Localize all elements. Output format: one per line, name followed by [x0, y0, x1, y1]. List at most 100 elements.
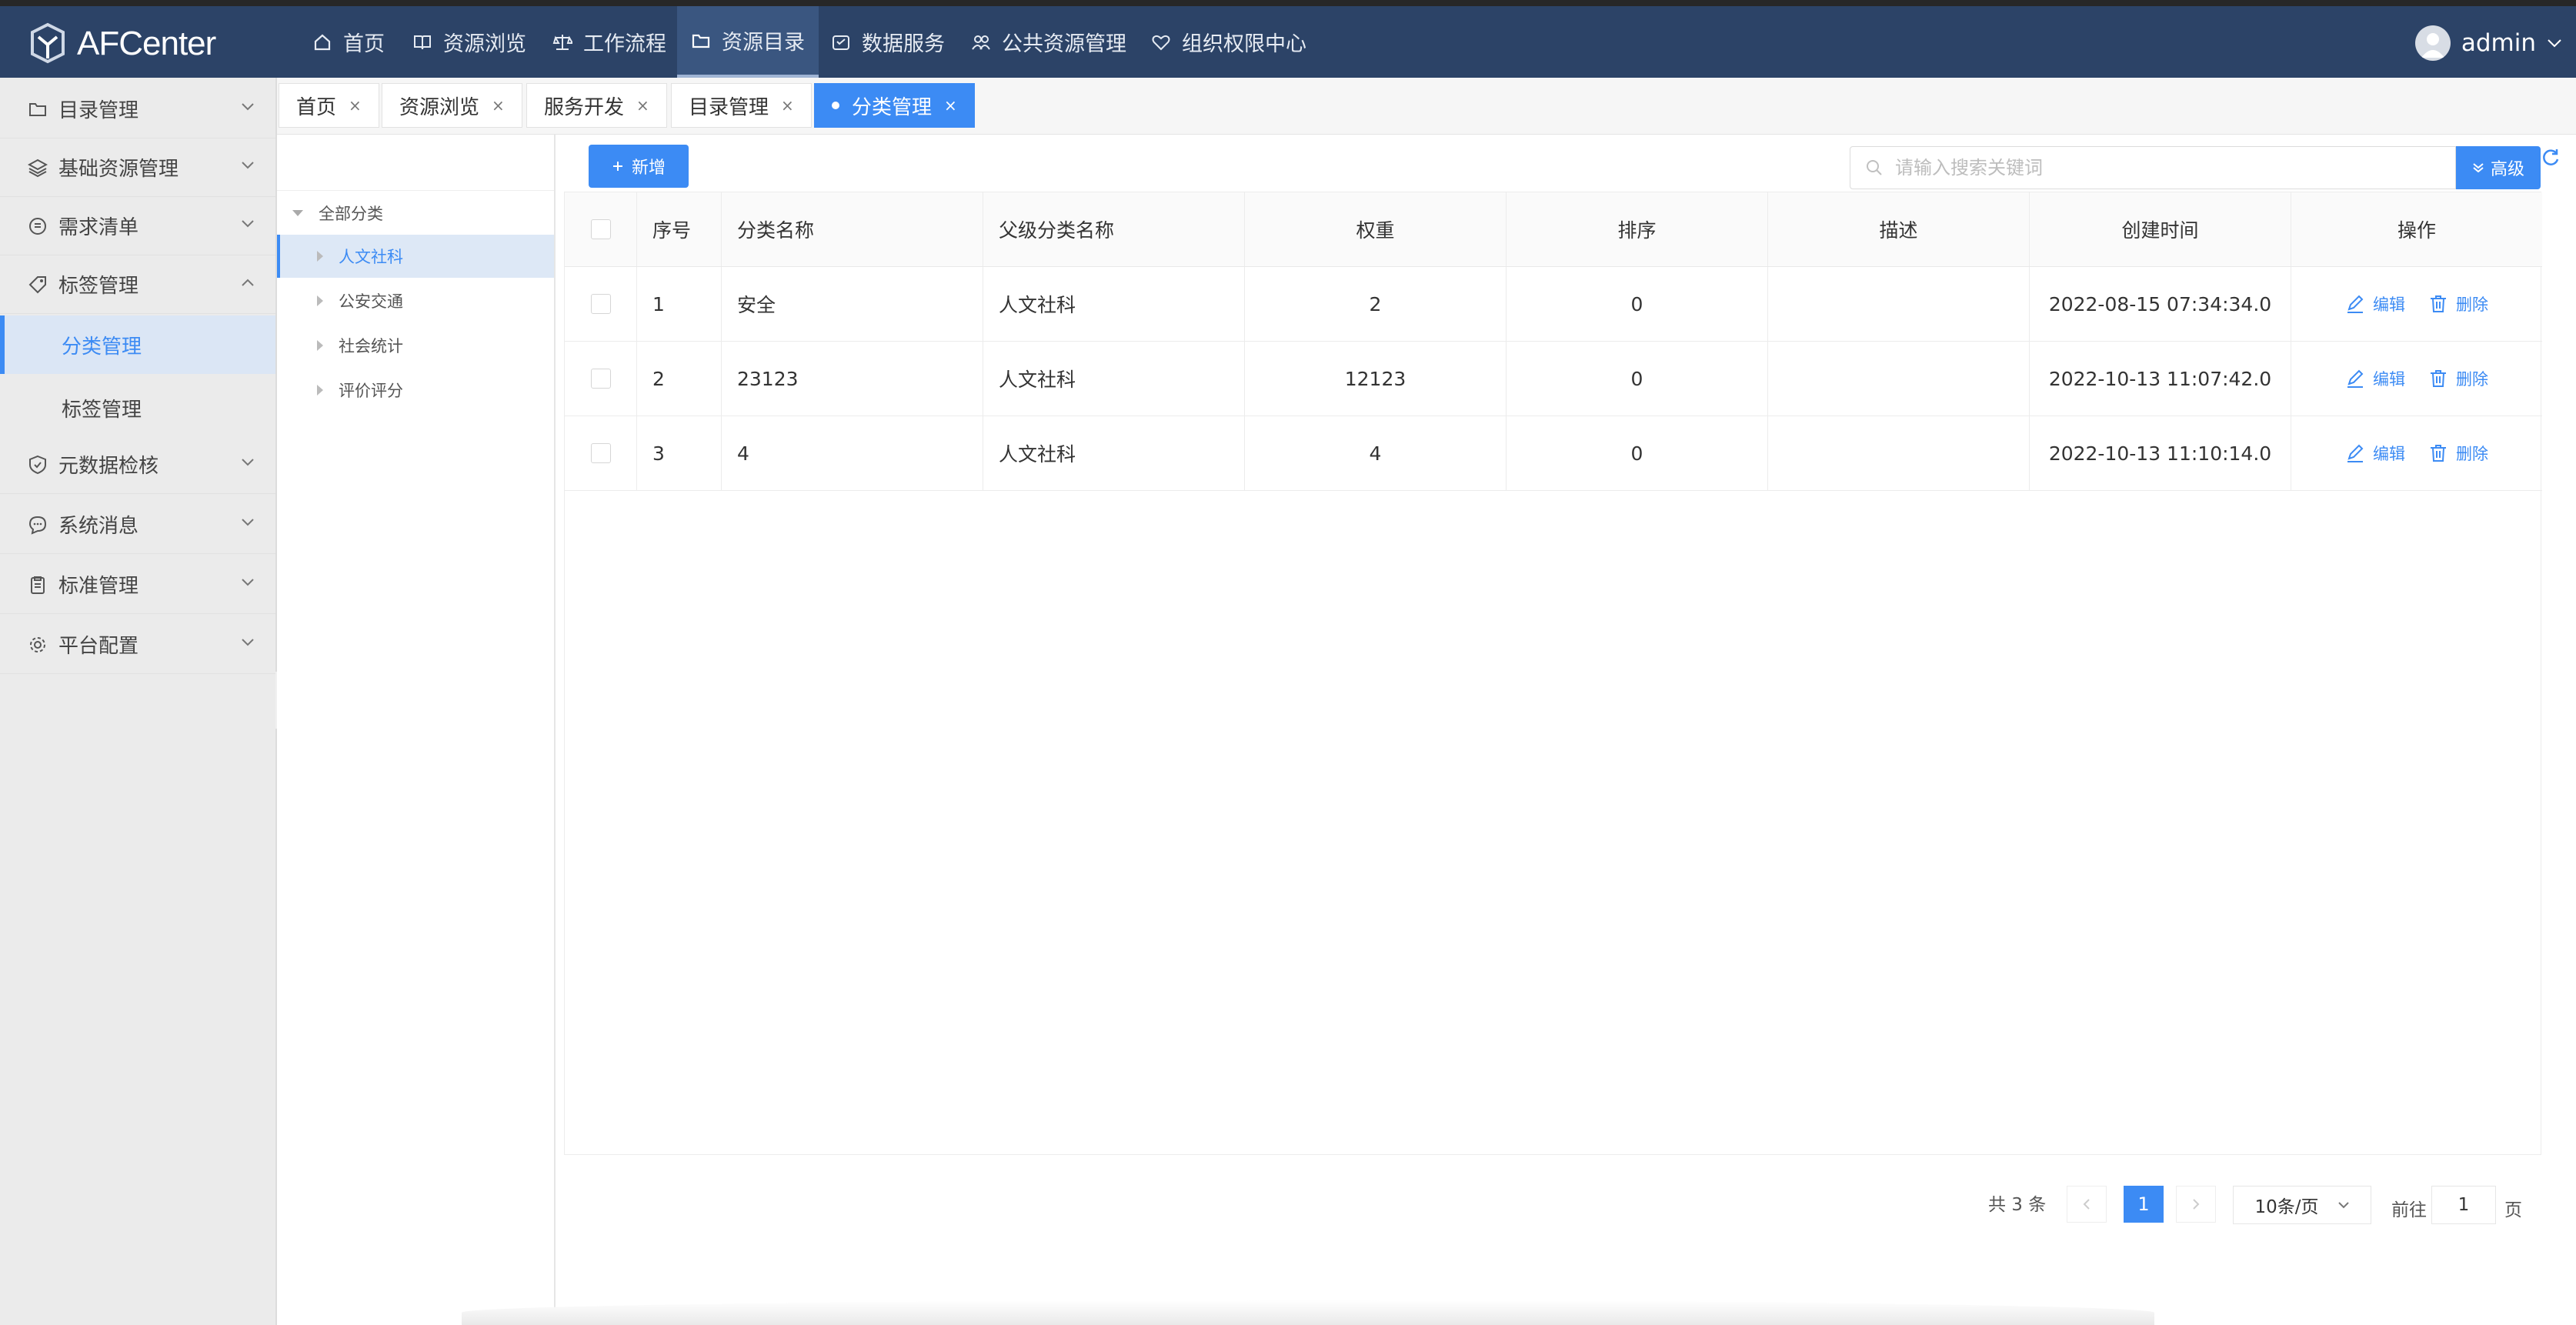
sidebar-subitem-label: 标签管理 [62, 398, 142, 422]
page-number-button[interactable]: 1 [2124, 1186, 2164, 1223]
tree-node-humanities[interactable]: 人文社科 [277, 235, 554, 278]
chevron-down-icon [242, 103, 254, 111]
total-count: 共 3 条 [1988, 1195, 2047, 1215]
row-actions: 编辑 删除 [2291, 267, 2542, 341]
close-icon[interactable]: × [636, 96, 649, 115]
column-header: 操作 [2397, 219, 2436, 242]
sidebar-subitem-label: 分类管理 [62, 335, 142, 359]
nav-org-permission[interactable]: 组织权限中心 [1137, 6, 1320, 78]
chevron-down-icon [242, 220, 254, 228]
close-icon[interactable]: × [349, 96, 362, 115]
category-tree-panel: 全部分类 人文社科 公安交通 社会统计 评价评分 [277, 135, 556, 1325]
box-icon [833, 35, 849, 50]
sidebar-item-basic-resource[interactable]: 基础资源管理 [0, 139, 275, 197]
trash-icon [2431, 370, 2446, 387]
delete-button[interactable]: 删除 [2428, 442, 2488, 465]
next-page-button[interactable] [2176, 1186, 2216, 1223]
tree-node-evaluation[interactable]: 评价评分 [277, 369, 554, 412]
delete-button[interactable]: 删除 [2428, 367, 2488, 390]
search-box[interactable] [1850, 146, 2456, 189]
row-checkbox[interactable] [590, 369, 611, 389]
sidebar-item-metadata-check[interactable]: 元数据检核 [0, 436, 275, 494]
home-icon [314, 34, 331, 50]
sidebar-item-catalog[interactable]: 目录管理 [0, 80, 275, 139]
add-button-label: 新增 [631, 159, 666, 178]
close-icon[interactable]: × [492, 96, 505, 115]
row-checkbox[interactable] [590, 294, 611, 314]
edit-button[interactable]: 编辑 [2345, 292, 2405, 315]
app-logo-text: AFCenter [77, 25, 216, 62]
delete-label: 删除 [2456, 295, 2488, 314]
nav-home[interactable]: 首页 [299, 6, 399, 78]
sidebar-item-label: 元数据检核 [58, 455, 159, 478]
book-icon [414, 35, 431, 49]
table-row: 2 23123 人文社科 12123 0 2022-10-13 11:07:42… [565, 342, 2542, 416]
page-size-value: 10条/页 [2254, 1197, 2319, 1217]
row-name: 23123 [722, 342, 983, 416]
row-actions: 编辑 删除 [2291, 342, 2542, 416]
sidebar-subitem-tag-management[interactable]: 标签管理 [0, 379, 275, 437]
select-all-checkbox[interactable] [590, 219, 611, 239]
page-size-select[interactable]: 10条/页 [2233, 1186, 2371, 1224]
tab-home[interactable]: 首页 × [279, 83, 379, 128]
pencil-icon [2347, 444, 2364, 462]
people-icon [972, 35, 990, 50]
pencil-icon [2347, 295, 2364, 313]
chevron-up-icon [242, 279, 254, 286]
column-header: 描述 [1768, 192, 2030, 266]
edit-button[interactable]: 编辑 [2345, 442, 2405, 465]
tab-category-management[interactable]: 分类管理 × [814, 83, 975, 128]
chevron-down-icon [242, 162, 254, 169]
gear-icon [30, 636, 45, 652]
nav-data-service[interactable]: 数据服务 [817, 6, 959, 78]
chevron-down-icon [2548, 39, 2561, 48]
row-parent: 人文社科 [983, 416, 1245, 490]
tab-resource-browse[interactable]: 资源浏览 × [382, 83, 522, 128]
sidebar-item-label: 平台配置 [58, 635, 139, 658]
tree-node-root[interactable]: 全部分类 [277, 192, 554, 235]
close-icon[interactable]: × [944, 96, 957, 115]
prev-page-button[interactable] [2067, 1186, 2107, 1223]
chevron-down-icon [242, 519, 254, 526]
sidebar-item-requirements[interactable]: 需求清单 [0, 197, 275, 255]
chevron-down-icon [242, 579, 254, 586]
row-created-time: 2022-08-15 07:34:34.0 [2030, 267, 2291, 341]
sidebar-item-system-messages[interactable]: 系统消息 [0, 496, 275, 554]
sidebar-item-label: 标签管理 [58, 275, 139, 298]
refresh-icon[interactable] [2541, 148, 2561, 168]
sidebar-item-platform-config[interactable]: 平台配置 [0, 616, 275, 674]
search-input[interactable] [1894, 156, 2435, 179]
row-checkbox[interactable] [590, 443, 611, 463]
sidebar-item-standard-management[interactable]: 标准管理 [0, 556, 275, 614]
nav-public-resource[interactable]: 公共资源管理 [957, 6, 1140, 78]
goto-label: 前往 [2391, 1200, 2427, 1220]
close-icon[interactable]: × [781, 96, 794, 115]
sidebar-item-tag-management[interactable]: 标签管理 [0, 255, 275, 314]
sidebar-subitem-category-management[interactable]: 分类管理 [0, 315, 275, 374]
tab-service-dev[interactable]: 服务开发 × [526, 83, 667, 128]
folder-icon [29, 102, 46, 116]
nav-resource-browse[interactable]: 资源浏览 [399, 6, 540, 78]
user-menu[interactable]: admin [2414, 23, 2562, 63]
edit-button[interactable]: 编辑 [2345, 367, 2405, 390]
layers-icon [28, 159, 48, 177]
advanced-search-button[interactable]: 高级 [2456, 146, 2541, 189]
tree-node-label: 人文社科 [339, 248, 403, 266]
delete-button[interactable]: 删除 [2428, 292, 2488, 315]
double-chevron-down-icon [2473, 163, 2484, 172]
add-button[interactable]: 新增 [589, 145, 689, 188]
column-header: 权重 [1245, 192, 1507, 266]
goto-page-input[interactable]: 1 [2431, 1186, 2496, 1224]
tab-catalog-management[interactable]: 目录管理 × [671, 83, 812, 128]
nav-resource-catalog[interactable]: 资源目录 [677, 6, 819, 78]
tree-node-social-statistics[interactable]: 社会统计 [277, 324, 554, 367]
window-shadow [462, 1300, 2154, 1325]
list-icon [29, 217, 46, 235]
nav-workflow[interactable]: 工作流程 [539, 6, 680, 78]
window-top-strip [0, 0, 2576, 6]
delete-label: 删除 [2456, 445, 2488, 463]
tree-node-public-security[interactable]: 公安交通 [277, 279, 554, 322]
advanced-label: 高级 [2490, 160, 2524, 179]
row-weight: 12123 [1245, 342, 1507, 416]
row-weight: 4 [1245, 416, 1507, 490]
